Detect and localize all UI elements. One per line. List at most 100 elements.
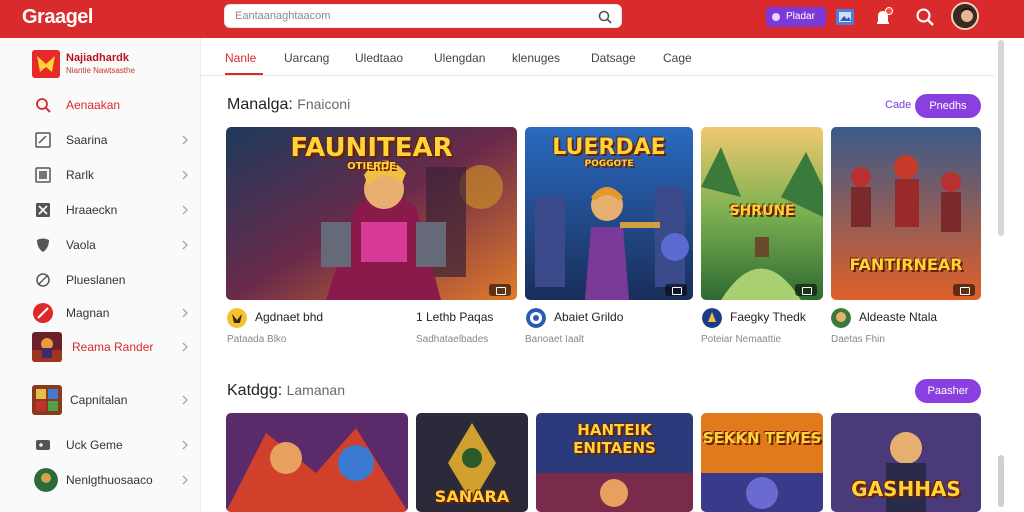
sidebar-brand[interactable]: Najiadhardk Niantie Nawtsasthe xyxy=(32,50,192,80)
screenshot-badge-icon xyxy=(665,284,687,296)
game-title[interactable]: Faegky Thedk xyxy=(730,310,806,324)
chevron-right-icon xyxy=(182,170,188,180)
chevron-right-icon xyxy=(182,440,188,450)
game-thumbnail xyxy=(32,385,62,415)
sidebar-item-label: Vaola xyxy=(66,238,96,252)
see-all-link[interactable]: Cade xyxy=(885,99,911,111)
game-thumbnail xyxy=(32,332,62,362)
game-thumbnail xyxy=(34,468,58,492)
game-card-art-title: SANARA xyxy=(434,487,510,506)
sidebar-item-9[interactable]: Uck Geme xyxy=(0,428,201,462)
game-title[interactable]: Agdnaet bhd xyxy=(255,310,323,324)
search-icon[interactable] xyxy=(914,6,936,28)
screenshot-badge-icon xyxy=(489,284,511,296)
sidebar-item-8[interactable]: Capnitalan xyxy=(0,383,201,417)
sidebar-item-label: Nenlgthuosaaco xyxy=(66,473,153,487)
tag-icon xyxy=(36,273,50,287)
game-title[interactable]: Abaiet Grildo xyxy=(554,310,623,324)
game-card-art xyxy=(226,413,408,512)
game-card-art xyxy=(831,127,981,300)
game-subtitle: Sadhataelbades xyxy=(416,334,489,345)
game-card[interactable]: LUERDAE POGGOTE xyxy=(525,127,693,300)
game-card-art-title: SHRUNE xyxy=(729,203,795,219)
sidebar-item-5[interactable]: Plueslanen xyxy=(0,263,201,297)
magnet-icon xyxy=(33,303,53,323)
sidebar-item-label: Plueslanen xyxy=(66,273,126,287)
shield-icon xyxy=(37,238,49,252)
game-card[interactable]: SHRUNE xyxy=(701,127,823,300)
sidebar-item-search[interactable]: Aenaakan xyxy=(0,88,201,122)
tab-upcoming[interactable]: Ulengdan xyxy=(434,51,485,65)
sidebar-item-label: Rarlk xyxy=(66,168,95,182)
game-title[interactable]: Aldeaste Ntala xyxy=(859,310,937,324)
sidebar: Najiadhardk Niantie Nawtsasthe Aenaakan … xyxy=(0,38,201,512)
game-card-art-title: SEKKN TEMES xyxy=(702,429,822,447)
brand-subtitle: Niantie Nawtsasthe xyxy=(66,66,135,75)
scrollbar-thumb[interactable] xyxy=(998,40,1004,236)
section-title: Katdgg: Lamanan xyxy=(227,382,345,400)
sidebar-item-2[interactable]: Rarlk xyxy=(0,158,201,192)
screenshot-badge-icon xyxy=(953,284,975,296)
scrollbar-thumb-secondary[interactable] xyxy=(998,455,1004,507)
search-icon xyxy=(36,98,51,113)
user-avatar-image xyxy=(953,4,977,28)
tab-leagues[interactable]: klenuges xyxy=(512,51,560,65)
header-pill-button[interactable]: Pladar xyxy=(766,7,826,27)
sidebar-item-label: Capnitalan xyxy=(70,393,128,407)
game-card[interactable]: FANTIRNEAR xyxy=(831,127,981,300)
chevron-right-icon xyxy=(182,308,188,318)
game-subtitle: Daetas Fhin xyxy=(831,334,885,345)
controller-icon xyxy=(36,440,50,450)
notification-icon[interactable] xyxy=(872,6,894,28)
top-bar: Graagel Eantaanaghtaacom Pladar xyxy=(0,0,1024,38)
gallery-icon[interactable] xyxy=(834,6,856,28)
game-card[interactable]: SANARA xyxy=(416,413,528,512)
search-icon[interactable] xyxy=(597,9,613,25)
section-title: Manalga: Fnaiconi xyxy=(227,96,350,114)
game-card-art-title: LUERDAE xyxy=(552,135,666,160)
tab-home[interactable]: Nanle xyxy=(225,51,256,65)
game-icon xyxy=(831,308,851,328)
game-card-art xyxy=(701,413,823,512)
game-icon xyxy=(227,308,247,328)
tab-trending[interactable]: Uarcang xyxy=(284,51,329,65)
game-card[interactable]: FAUNITEAR OTIERDE xyxy=(226,127,517,300)
search-input[interactable]: Eantaanaghtaacom xyxy=(224,4,622,28)
game-card[interactable]: GASHHAS xyxy=(831,413,981,512)
game-card[interactable]: SEKKN TEMES xyxy=(701,413,823,512)
chevron-right-icon xyxy=(182,342,188,352)
game-card-art-title: FANTIRNEAR xyxy=(849,255,963,274)
game-title[interactable]: 1 Lethb Paqas xyxy=(416,310,493,324)
tab-updated[interactable]: Uledtaao xyxy=(355,51,403,65)
sidebar-item-3[interactable]: Hraaeckn xyxy=(0,193,201,227)
search-input-text: Eantaanaghtaacom xyxy=(235,10,331,22)
sidebar-item-label: Magnan xyxy=(66,306,110,320)
sidebar-item-1[interactable]: Saarina xyxy=(0,123,201,157)
game-card-art-title: HANTEIK ENITAENS xyxy=(573,421,656,457)
section-subtitle: Lamanan xyxy=(286,382,345,398)
game-card-art-title: GASHHAS xyxy=(851,477,961,501)
screenshot-badge-icon xyxy=(795,284,817,296)
game-card[interactable]: HANTEIK ENITAENS xyxy=(536,413,693,512)
section-action-button[interactable]: Paasher xyxy=(915,379,981,403)
chevron-right-icon xyxy=(182,240,188,250)
game-card-art-subtitle: POGGOTE xyxy=(584,159,634,169)
tab-cage[interactable]: Cage xyxy=(663,51,692,65)
sidebar-item-7[interactable]: Reama Rander xyxy=(0,330,201,364)
user-avatar[interactable] xyxy=(951,2,979,30)
game-card[interactable] xyxy=(226,413,408,512)
game-card-art-title: FAUNITEAR xyxy=(290,133,453,163)
section-action-button[interactable]: Pnedhs xyxy=(915,94,981,118)
tab-datasage[interactable]: Datsage xyxy=(591,51,636,65)
app-logo[interactable]: Graagel xyxy=(22,6,93,29)
sidebar-item-6[interactable]: Magnan xyxy=(0,296,201,330)
game-icon xyxy=(526,308,546,328)
sidebar-item-4[interactable]: Vaola xyxy=(0,228,201,262)
sidebar-item-label: Hraaeckn xyxy=(66,203,118,217)
sidebar-item-label: Reama Rander xyxy=(72,340,154,354)
section-subtitle: Fnaiconi xyxy=(297,96,351,112)
active-tab-indicator xyxy=(225,73,263,75)
game-icon xyxy=(702,308,722,328)
section-title-main: Katdgg: xyxy=(227,382,283,399)
sidebar-item-10[interactable]: Nenlgthuosaaco xyxy=(0,463,201,497)
